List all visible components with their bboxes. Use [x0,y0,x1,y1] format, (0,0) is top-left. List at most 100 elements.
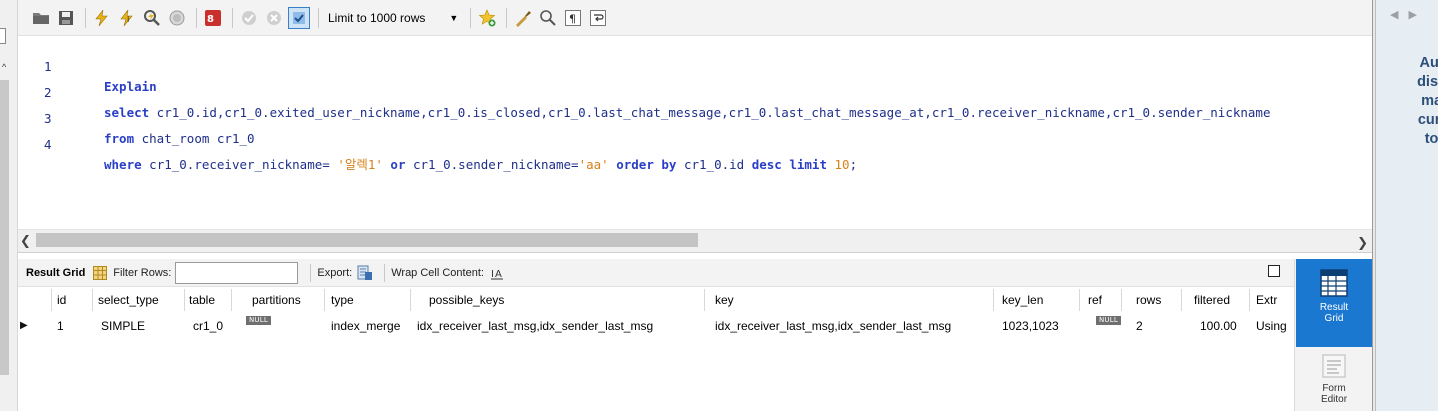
code-token: cr1_0.id,cr1_0.exited_user_nickname,cr1_… [149,105,1271,120]
tab-label: Result [1319,302,1349,313]
tab-label: Editor [1320,394,1348,405]
code-text: Explain [104,77,157,97]
code-text: select cr1_0.id,cr1_0.exited_user_nickna… [104,103,1270,123]
column-header[interactable]: rows [1122,289,1182,311]
back-icon[interactable]: ◀ [1390,9,1408,21]
table-cell[interactable]: 100.00 [1182,315,1250,337]
table-cell[interactable]: SIMPLE [93,315,185,337]
beautify-icon[interactable] [512,7,534,29]
code-text: where cr1_0.receiver_nickname= '알렉1' or … [104,155,857,175]
column-header[interactable]: ref [1080,289,1122,311]
help-line: man [1421,93,1438,109]
code-token: 'aa' [578,157,609,172]
tab-label: Grid [1324,313,1344,324]
stop-icon[interactable] [166,7,188,29]
result-grid-tab[interactable]: Result Grid [1296,259,1372,347]
sql-editor[interactable]: 1 Explain 2 select cr1_0.id,cr1_0.exited… [18,36,1372,229]
column-header[interactable]: select_type [93,289,185,311]
current-row-icon: ▶ [20,320,28,331]
form-editor-icon [1322,354,1346,378]
line-number: 4 [44,137,52,152]
explain-icon[interactable] [141,7,163,29]
code-token: '알렉1' [337,157,383,172]
code-line: 3 from chat_room cr1_0 [18,89,255,146]
tab-label: Form [1322,383,1346,394]
toolbar-separator [470,7,472,28]
forward-icon[interactable]: ▶ [1408,9,1426,21]
context-help-panel: ◀▶ Auto disab man curre tog [1376,0,1438,411]
panel-tab-edge[interactable] [0,28,6,44]
code-token: cr1_0.id [676,157,752,172]
toolbar-separator [85,7,86,28]
column-header[interactable]: type [325,289,411,311]
row-limit-label: Limit to 1000 rows [328,10,426,25]
table-cell[interactable]: cr1_0 [185,315,232,337]
toolbar-separator [196,7,197,28]
stop-on-error-icon[interactable]: 8 [202,7,224,29]
find-icon[interactable] [537,7,559,29]
scroll-up-icon[interactable]: ^ [2,62,6,72]
result-grid[interactable]: id select_type table partitions type pos… [18,287,1294,411]
code-token: ; [849,157,858,172]
autocommit-icon[interactable] [288,6,310,29]
table-cell[interactable]: idx_receiver_last_msg,idx_sender_last_ms… [411,315,705,337]
column-header[interactable]: filtered [1182,289,1250,311]
help-line: disab [1417,74,1438,90]
table-cell[interactable]: Using [1250,315,1294,337]
table-cell[interactable]: 2 [1122,315,1182,337]
sql-editor-toolbar: I 8 Limit to 1000 rows ▼ ¶ [18,0,1372,36]
code-token: order by [616,157,677,172]
open-file-icon[interactable] [30,7,52,29]
column-header[interactable]: table [185,289,232,311]
left-gutter: ^ [0,0,18,411]
scrollbar-thumb[interactable] [36,233,698,247]
execute-icon[interactable] [91,7,113,29]
column-header[interactable]: key [705,289,994,311]
grid-view-icon[interactable] [91,264,109,282]
help-nav: ◀▶ [1390,8,1427,21]
rollback-icon[interactable] [263,7,285,29]
wrap-text-icon[interactable]: IA [488,264,506,282]
table-cell[interactable]: NULL [232,315,325,337]
code-token: desc [751,157,782,172]
column-header[interactable]: partitions [232,289,325,311]
row-limit-select[interactable]: Limit to 1000 rows ▼ [324,7,462,29]
commit-icon[interactable] [238,7,260,29]
svg-text:8: 8 [207,14,214,25]
table-cell[interactable]: 1023,1023 [994,315,1080,337]
column-header[interactable]: Extr [1250,289,1294,311]
form-editor-tab[interactable]: Form Editor [1296,347,1372,411]
null-badge: NULL [246,316,271,325]
filter-rows-input[interactable] [175,261,299,284]
column-header[interactable]: id [52,289,93,311]
export-label: Export: [317,266,353,279]
toggle-panel-icon[interactable] [1268,265,1280,277]
svg-text:¶: ¶ [569,12,576,25]
null-badge: NULL [1096,316,1121,325]
vertical-scrollbar[interactable] [0,80,9,375]
column-header[interactable]: key_len [994,289,1080,311]
scroll-left-icon[interactable]: ❮ [20,233,31,249]
horizontal-scrollbar[interactable]: ❮ ❯ [18,229,1372,253]
code-token: select [104,105,150,120]
execute-current-icon[interactable]: I [116,7,138,29]
word-wrap-icon[interactable] [587,7,609,29]
code-token: cr1_0.sender_nickname= [405,157,579,172]
result-grid-label: Result Grid [26,266,86,279]
save-icon[interactable] [55,7,77,29]
export-icon[interactable] [356,264,374,282]
table-cell[interactable]: 1 [52,315,93,337]
add-snippet-icon[interactable] [476,7,498,29]
toolbar-separator [506,7,508,28]
table-cell[interactable]: index_merge [325,315,411,337]
table-cell[interactable]: idx_receiver_last_msg,idx_sender_last_ms… [705,315,994,337]
table-row[interactable]: ▶ 1 SIMPLE cr1_0 NULL index_merge idx_re… [18,315,1294,337]
help-line: tog [1424,131,1438,147]
scroll-right-icon[interactable]: ❯ [1357,235,1368,251]
invisible-chars-icon[interactable]: ¶ [562,7,584,29]
column-header[interactable]: possible_keys [411,289,705,311]
table-cell[interactable]: NULL [1080,315,1122,337]
grid-header-row: id select_type table partitions type pos… [18,289,1294,311]
result-toolbar: Result Grid Filter Rows: Export: Wrap Ce… [18,259,1294,287]
